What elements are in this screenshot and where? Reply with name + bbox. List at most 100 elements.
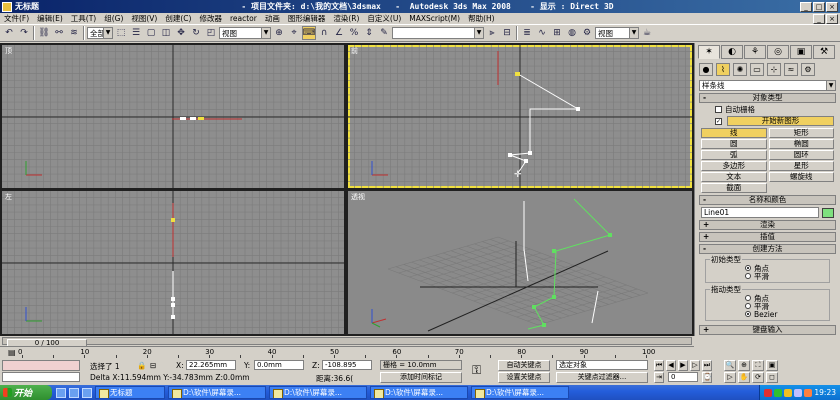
initial-smooth-radio[interactable] — [745, 273, 751, 279]
selection-filter-combo[interactable]: 全部 ▼ — [87, 27, 113, 39]
pivot-center-icon[interactable]: ⊕ — [272, 26, 286, 40]
zoom-all-icon[interactable]: ⊕ — [738, 360, 750, 371]
go-to-start-icon[interactable]: ⏮ — [654, 360, 664, 371]
redo-icon[interactable]: ↷ — [17, 26, 31, 40]
edit-named-selection-icon[interactable]: ✎ — [377, 26, 391, 40]
donut-button[interactable]: 圆环 — [768, 150, 834, 160]
viewport-label-left[interactable]: 左 — [5, 192, 12, 202]
y-coord-field[interactable]: 0.0mm — [254, 360, 304, 370]
tray-input-icon[interactable] — [784, 388, 793, 397]
layer-manager-icon[interactable]: ≣ — [520, 26, 534, 40]
object-name-input[interactable]: Line01 — [701, 207, 819, 218]
link-icon[interactable]: ⛓ — [37, 26, 51, 40]
modify-tab-icon[interactable]: ◐ — [721, 45, 743, 59]
helix-button[interactable]: 螺旋线 — [768, 172, 834, 182]
object-color-swatch[interactable] — [822, 207, 834, 218]
text-button[interactable]: 文本 — [701, 172, 767, 182]
rotate-icon[interactable]: ↻ — [189, 26, 203, 40]
rollout-rendering[interactable]: + 渲染 — [699, 220, 836, 230]
viewport-label-front[interactable]: 前 — [351, 46, 358, 56]
create-tab-icon[interactable]: ✶ — [698, 45, 720, 59]
set-key-button[interactable]: 设置关键点 — [498, 372, 550, 383]
taskbar-item-folder[interactable]: D:\软件\屏幕录... — [269, 386, 367, 399]
viewport-label-perspective[interactable]: 透视 — [351, 192, 365, 202]
taskbar-item-folder[interactable]: D:\软件\屏幕录... — [370, 386, 468, 399]
scale-icon[interactable]: ◰ — [204, 26, 218, 40]
helpers-icon[interactable]: ⊹ — [767, 63, 781, 76]
select-icon[interactable]: ⬚ — [114, 26, 128, 40]
menu-create[interactable]: 创建(C) — [161, 13, 195, 24]
tray-antivirus-icon[interactable] — [764, 388, 773, 397]
maximize-icon[interactable]: □ — [813, 1, 825, 12]
minimize-icon[interactable]: _ — [800, 1, 812, 12]
rollout-name-color[interactable]: - 名称和颜色 — [699, 195, 836, 205]
angle-snap-icon[interactable]: ∠ — [332, 26, 346, 40]
absolute-mode-icon[interactable]: ⊟ — [150, 361, 156, 370]
auto-grid-checkbox[interactable] — [715, 106, 722, 113]
tray-recorder-icon[interactable] — [804, 388, 813, 397]
select-by-name-icon[interactable]: ☰ — [129, 26, 143, 40]
add-time-tag-button[interactable]: 添加时间标记 — [380, 372, 462, 383]
key-icon[interactable]: ⚿ — [472, 363, 481, 378]
keyboard-shortcut-override-icon[interactable]: ⌨ — [302, 26, 316, 40]
menu-edit[interactable]: 编辑(E) — [33, 13, 67, 24]
taskbar-item-folder[interactable]: D:\软件\屏幕录... — [471, 386, 569, 399]
snap-3d-icon[interactable]: ∩ — [317, 26, 331, 40]
render-type-combo[interactable]: 视图 ▼ — [595, 27, 639, 39]
viewport-perspective[interactable]: 透视 — [348, 191, 692, 334]
line-button[interactable]: 线 — [701, 128, 767, 138]
reference-coordinate-combo[interactable]: 视图 ▼ — [219, 27, 271, 39]
menu-tools[interactable]: 工具(T) — [67, 13, 100, 24]
select-region-icon[interactable]: ▢ — [144, 26, 158, 40]
orbit-icon[interactable]: ⟳ — [752, 372, 764, 383]
rollout-creation-method[interactable]: - 创建方法 — [699, 244, 836, 254]
quick-render-icon[interactable]: ☕ — [640, 26, 654, 40]
play-icon[interactable]: ▶ — [678, 360, 688, 371]
geometry-icon[interactable]: ● — [699, 63, 713, 76]
key-filters-button[interactable]: 关键点过滤器... — [556, 372, 648, 383]
quick-launch-media-icon[interactable] — [82, 387, 92, 398]
field-of-view-icon[interactable]: ▷ — [724, 372, 736, 383]
initial-corner-radio[interactable] — [745, 265, 751, 271]
lights-icon[interactable]: ✺ — [733, 63, 747, 76]
utilities-tab-icon[interactable]: ⚒ — [813, 45, 835, 59]
curve-editor-icon[interactable]: ∿ — [535, 26, 549, 40]
pan-icon[interactable]: ✋ — [738, 372, 750, 383]
lock-selection-icon[interactable]: 🔒 — [137, 361, 146, 370]
percent-snap-icon[interactable]: % — [347, 26, 361, 40]
rollout-keyboard-entry[interactable]: + 键盘输入 — [699, 325, 836, 335]
render-setup-icon[interactable]: ⚙ — [580, 26, 594, 40]
mirror-icon[interactable]: ⫸ — [485, 26, 499, 40]
maxscript-listener-mini[interactable] — [2, 360, 80, 371]
hierarchy-tab-icon[interactable]: ⚘ — [744, 45, 766, 59]
key-mode-select[interactable]: 选定对象 — [556, 360, 648, 370]
shape-category-select[interactable]: 样条线 ▼ — [699, 80, 836, 91]
start-new-shape-checkbox[interactable]: ✓ — [715, 117, 722, 125]
start-button[interactable]: 开始 — [0, 385, 52, 400]
move-icon[interactable]: ✥ — [174, 26, 188, 40]
tray-clock[interactable]: 19:23 — [814, 388, 836, 397]
space-warps-icon[interactable]: ≈ — [784, 63, 798, 76]
viewport-front[interactable]: 前 ✛ — [348, 45, 692, 188]
taskbar-item-folder[interactable]: D:\软件\屏幕录... — [168, 386, 266, 399]
bind-space-warp-icon[interactable]: ≋ — [67, 26, 81, 40]
viewport-label-top[interactable]: 顶 — [5, 46, 12, 56]
drag-corner-radio[interactable] — [745, 295, 751, 301]
menu-modifiers[interactable]: 修改器 — [195, 13, 226, 24]
shapes-icon[interactable]: ⌇ — [716, 63, 730, 76]
align-icon[interactable]: ⊟ — [500, 26, 514, 40]
menu-maxscript[interactable]: MAXScript(M) — [405, 14, 464, 23]
maximize-viewport-icon[interactable]: ◻ — [766, 372, 778, 383]
display-tab-icon[interactable]: ▣ — [790, 45, 812, 59]
menu-customize[interactable]: 自定义(U) — [363, 13, 405, 24]
menu-animation[interactable]: 动画 — [261, 13, 284, 24]
go-to-end-icon[interactable]: ⏭ — [702, 360, 712, 371]
unlink-icon[interactable]: ⚯ — [52, 26, 66, 40]
named-selection-set-combo[interactable]: ▼ — [392, 27, 484, 39]
mdi-minimize-icon[interactable]: _ — [813, 13, 825, 24]
material-editor-icon[interactable]: ◍ — [565, 26, 579, 40]
zoom-extents-icon[interactable]: ⛶ — [752, 360, 764, 371]
time-config-icon[interactable]: ⌚ — [702, 372, 712, 383]
key-mode-icon[interactable]: ⇥ — [654, 372, 664, 383]
mdi-close-icon[interactable]: × — [826, 13, 838, 24]
